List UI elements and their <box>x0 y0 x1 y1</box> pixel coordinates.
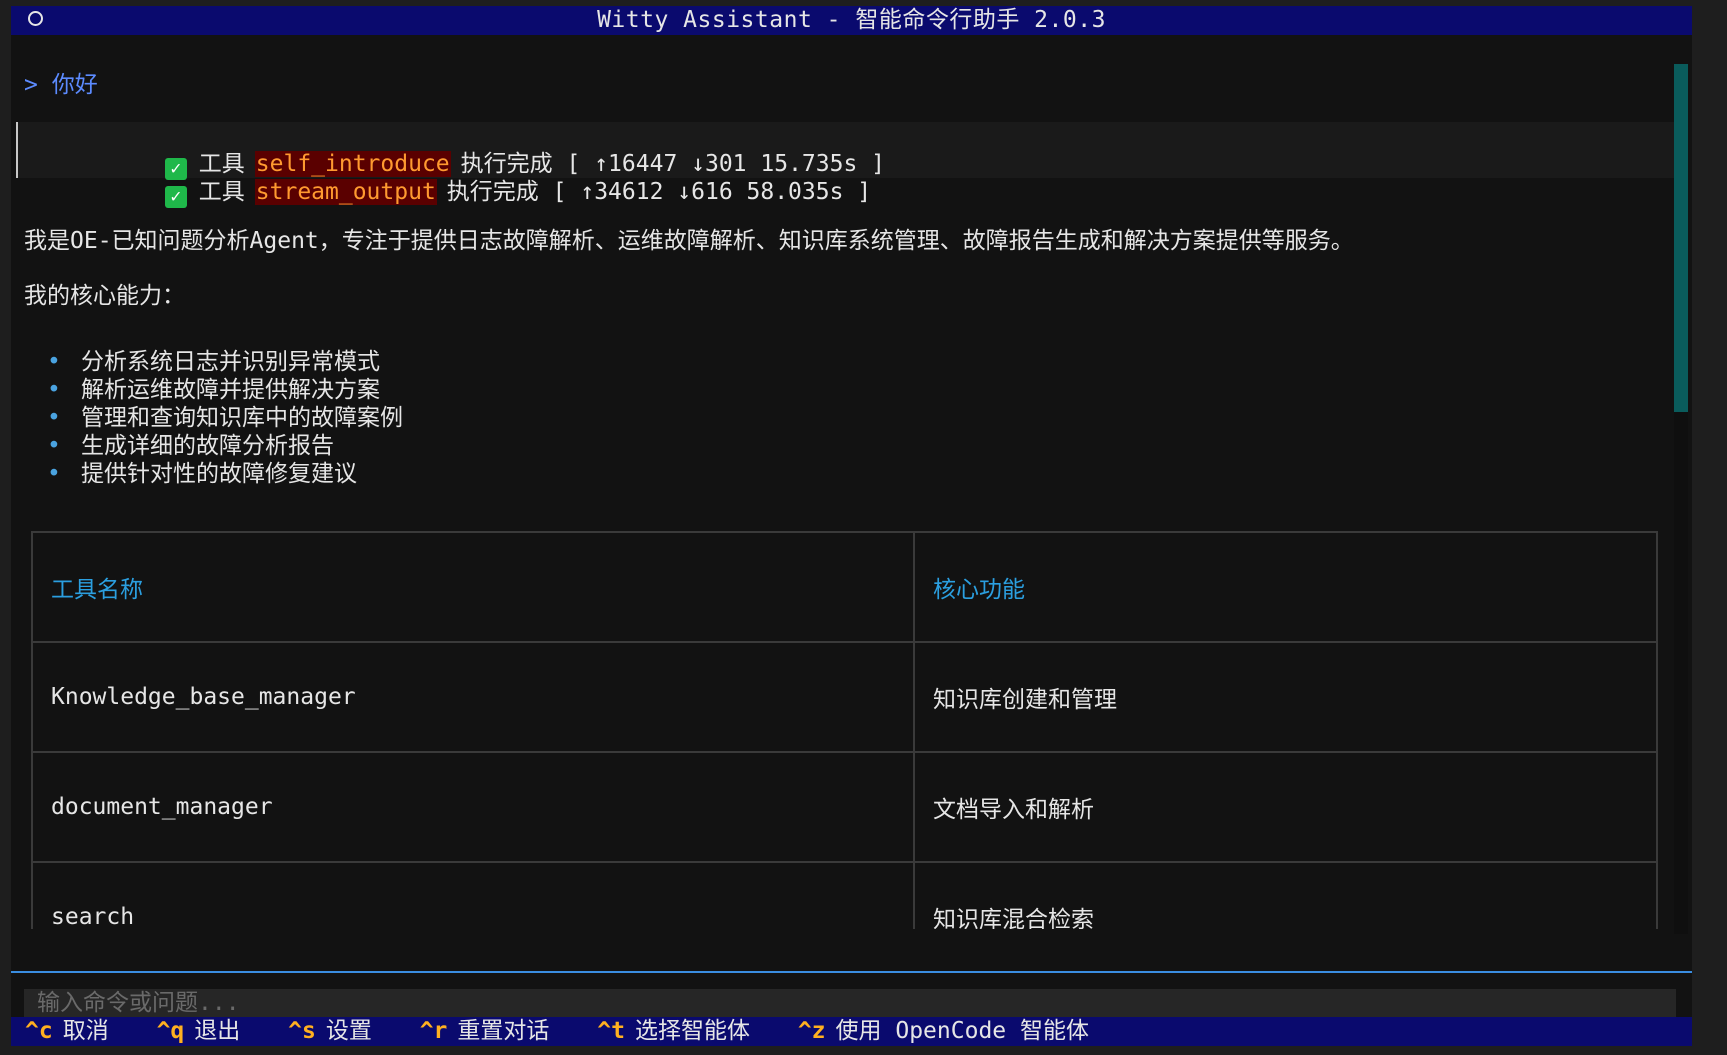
shortcut-settings[interactable]: ^s 设置 <box>288 1017 372 1046</box>
bullet-icon: • <box>47 461 61 487</box>
assistant-intro: 我是OE-已知问题分析Agent，专注于提供日志故障解析、运维故障解析、知识库系… <box>24 228 1354 254</box>
table-cell: search <box>31 861 915 929</box>
table-header-row: 工具名称 核心功能 <box>31 531 1658 643</box>
list-item: • 解析运维故障并提供解决方案 <box>41 376 403 404</box>
shortcut-key: ^z <box>797 1018 826 1044</box>
table-row: search 知识库混合检索 <box>31 861 1658 929</box>
bullet-icon: • <box>47 405 61 431</box>
list-item: • 管理和查询知识库中的故障案例 <box>41 404 403 432</box>
list-item: • 提供针对性的故障修复建议 <box>41 460 403 488</box>
window-title: Witty Assistant - 智能命令行助手 2.0.3 <box>597 7 1106 33</box>
tool-call-line: ✓ 工具 stream_output 执行完成 [ ↑34612 ↓616 58.03… <box>54 150 871 208</box>
abilities-heading: 我的核心能力： <box>24 283 185 309</box>
title-bar: Witty Assistant - 智能命令行助手 2.0.3 <box>11 6 1692 35</box>
bullet-icon: • <box>47 377 61 403</box>
shortcut-opencode[interactable]: ^z 使用 OpenCode 智能体 <box>798 1017 1089 1046</box>
ability-text: 管理和查询知识库中的故障案例 <box>81 405 403 431</box>
user-message: > 你好 <box>24 72 98 98</box>
table-cell: 文档导入和解析 <box>913 751 1658 863</box>
terminal-window: Witty Assistant - 智能命令行助手 2.0.3 > 你好 ✓ 工具… <box>11 6 1692 1046</box>
abilities-list: • 分析系统日志并识别异常模式 • 解析运维故障并提供解决方案 • 管理和查询知识库中… <box>41 348 403 488</box>
shortcut-label: 选择智能体 <box>634 1018 750 1044</box>
tool-calls-block: ✓ 工具 self_introduce 执行完成 [ ↑16447 ↓301 15.7… <box>16 122 1674 208</box>
table-header: 核心功能 <box>913 531 1658 643</box>
shortcut-key: ^t <box>597 1018 625 1044</box>
ability-text: 分析系统日志并识别异常模式 <box>81 349 380 375</box>
shortcut-key: ^r <box>419 1018 448 1044</box>
checkmark-icon: ✓ <box>164 186 187 208</box>
ability-text: 提供针对性的故障修复建议 <box>81 461 357 487</box>
tool-block-border <box>16 122 18 178</box>
shortcut-quit[interactable]: ^q 退出 <box>157 1017 241 1046</box>
tool-name: stream_output <box>254 179 437 205</box>
conversation-area[interactable]: > 你好 ✓ 工具 self_introduce 执行完成 [ ↑16447 ↓301… <box>11 35 1674 929</box>
shortcut-key: ^c <box>25 1018 53 1044</box>
list-item: • 分析系统日志并识别异常模式 <box>41 348 403 376</box>
bullet-icon: • <box>47 433 61 459</box>
ability-text: 解析运维故障并提供解决方案 <box>81 377 380 403</box>
shortcut-key: ^q <box>156 1018 185 1044</box>
table-row: Knowledge_base_manager 知识库创建和管理 <box>31 641 1658 753</box>
shortcut-reset[interactable]: ^r 重置对话 <box>420 1017 550 1046</box>
shortcut-bar: ^c 取消 ^q 退出 ^s 设置 ^r 重置对话 ^t 选择智能体 ^z 使用 OpenC… <box>11 1017 1692 1046</box>
shortcut-label: 退出 <box>194 1018 241 1044</box>
shortcut-label: 使用 OpenCode 智能体 <box>835 1018 1089 1044</box>
table-cell: 知识库混合检索 <box>913 861 1658 929</box>
shortcut-select-agent[interactable]: ^t 选择智能体 <box>597 1017 750 1046</box>
shortcut-label: 重置对话 <box>457 1018 550 1044</box>
table-cell: document_manager <box>31 751 915 863</box>
tools-table: 工具名称 核心功能 Knowledge_base_manager 知识库创建和管… <box>31 531 1658 929</box>
shortcut-cancel[interactable]: ^c 取消 <box>25 1017 109 1046</box>
tool-call-line: ✓ 工具 self_introduce 执行完成 [ ↑16447 ↓301 15.7… <box>54 122 885 180</box>
shortcut-label: 设置 <box>325 1018 372 1044</box>
scrollbar[interactable] <box>1674 64 1688 934</box>
ability-text: 生成详细的故障分析报告 <box>81 433 334 459</box>
table-header: 工具名称 <box>31 531 915 643</box>
tool-label: 工具 <box>198 179 245 205</box>
list-item: • 生成详细的故障分析报告 <box>41 432 403 460</box>
table-row: document_manager 文档导入和解析 <box>31 751 1658 863</box>
bullet-icon: • <box>47 349 61 375</box>
input-divider <box>11 971 1692 973</box>
shortcut-label: 取消 <box>62 1018 109 1044</box>
shortcut-key: ^s <box>288 1018 316 1044</box>
table-cell: 知识库创建和管理 <box>913 641 1658 753</box>
table-cell: Knowledge_base_manager <box>31 641 915 753</box>
tool-status: 执行完成 <box>446 179 539 205</box>
command-input[interactable] <box>24 989 1676 1017</box>
scrollbar-thumb[interactable] <box>1674 64 1688 412</box>
tool-stats: [ ↑34612 ↓616 58.035s ] <box>552 179 872 205</box>
